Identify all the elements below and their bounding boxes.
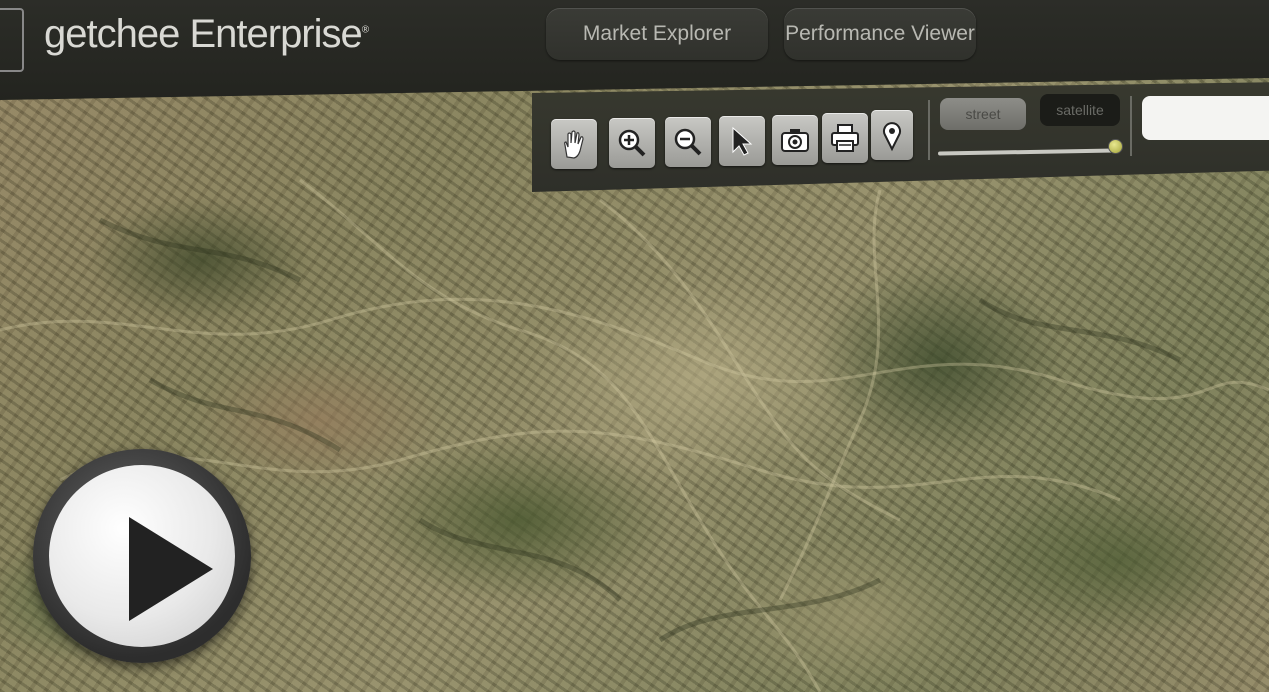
play-button-face [49,465,235,647]
camera-icon [781,129,809,152]
street-label: street [965,106,1001,122]
logo-icon [0,8,24,72]
play-icon [129,517,213,621]
market-explorer-button[interactable]: Market Explorer [546,8,768,60]
toolbar-divider [928,100,930,160]
printer-icon [831,124,859,152]
brand-text: getchee Enterprise [44,12,363,56]
pointer-select-icon [732,126,753,156]
registered-mark: ® [361,24,369,36]
satellite-label: satellite [1056,102,1104,118]
toolbar-divider-2 [1130,96,1132,156]
snapshot-button[interactable] [772,115,818,165]
performance-viewer-button[interactable]: Performance Viewer [784,8,976,60]
play-button[interactable] [33,449,251,663]
street-view-toggle[interactable]: street [940,98,1026,130]
zoom-in-icon [618,129,646,157]
hand-pan-icon [564,130,584,159]
opacity-slider-thumb[interactable] [1108,139,1123,154]
select-tool-button[interactable] [719,116,765,166]
market-explorer-label: Market Explorer [582,22,732,45]
performance-viewer-label: Performance Viewer [785,22,975,45]
place-marker-button[interactable] [871,110,913,160]
pan-tool-button[interactable] [551,119,597,169]
brand-title: getchee Enterprise® [44,12,369,57]
print-button[interactable] [822,113,868,163]
zoom-in-button[interactable] [609,118,655,168]
map-pin-icon [883,122,901,152]
zoom-out-icon [674,128,702,156]
zoom-out-button[interactable] [665,117,711,167]
satellite-view-toggle[interactable]: satellite [1040,94,1120,126]
search-input[interactable] [1142,96,1269,140]
